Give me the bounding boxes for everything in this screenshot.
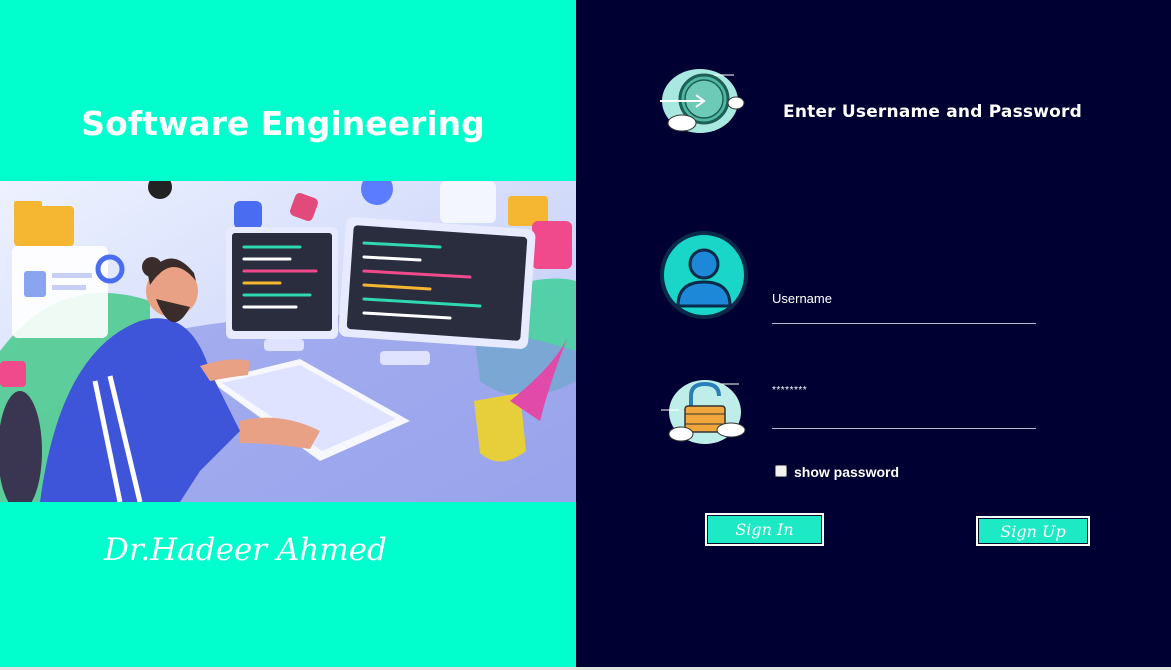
username-label: Username — [772, 291, 832, 306]
sign-in-button[interactable]: Sign In — [705, 513, 824, 546]
sign-up-button[interactable]: Sign Up — [976, 516, 1090, 546]
login-arrow-cloud-icon — [660, 69, 745, 133]
author-name: Dr.Hadeer Ahmed — [104, 532, 387, 568]
password-input[interactable] — [772, 428, 1036, 429]
show-password-checkbox[interactable] — [775, 465, 787, 477]
app-title: Software Engineering — [81, 104, 485, 143]
left-panel: Software Engineering Dr.Hadeer Ahmed — [0, 0, 576, 667]
login-heading: Enter Username and Password — [783, 102, 1082, 122]
show-password-label[interactable]: show password — [794, 464, 899, 480]
developer-illustration — [0, 181, 576, 502]
password-value: ******** — [772, 385, 808, 396]
user-avatar-icon — [660, 231, 748, 319]
padlock-cloud-icon — [661, 380, 746, 444]
username-input[interactable] — [772, 323, 1036, 324]
